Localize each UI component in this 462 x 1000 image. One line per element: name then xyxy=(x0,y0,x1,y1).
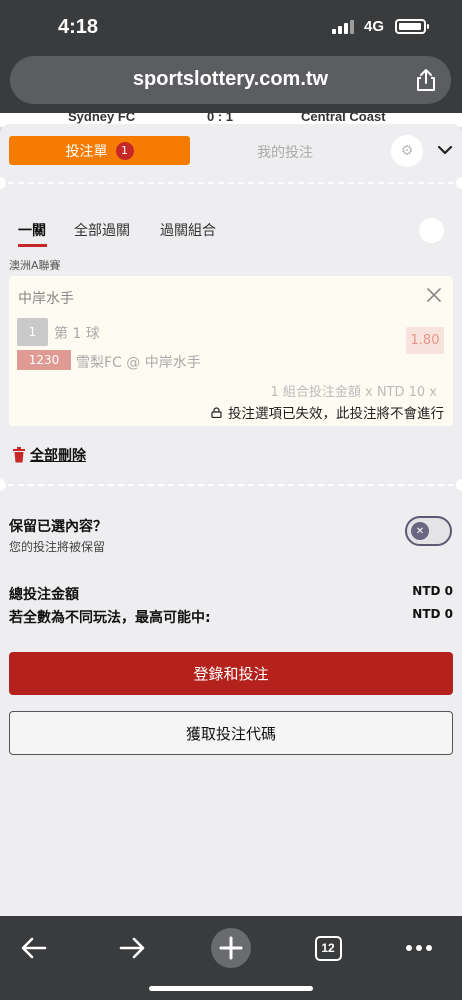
divider-notch xyxy=(0,479,6,491)
total-stake-row: 總投注金額 NTD 0 xyxy=(9,584,453,604)
away-team: Central Coast xyxy=(301,113,386,124)
toggle-off-icon: ✕ xyxy=(411,522,429,540)
get-bet-code-button[interactable]: 獲取投注代碼 xyxy=(9,711,453,755)
tab-all-parlay[interactable]: 全部過關 xyxy=(74,220,130,240)
divider-notch xyxy=(0,177,6,189)
browser-chrome: sportslottery.com.tw xyxy=(0,52,462,118)
more-icon xyxy=(406,945,432,951)
keep-selection-subtitle: 您的投注將被保留 xyxy=(9,540,106,554)
divider-notch xyxy=(456,177,462,189)
tabs-icon: 12 xyxy=(314,935,342,961)
lock-icon xyxy=(211,406,222,418)
max-win-value: NTD 0 xyxy=(412,607,453,621)
home-indicator xyxy=(149,986,313,991)
market-name: 第 1 球 xyxy=(54,326,100,342)
keep-selection-toggle[interactable]: ✕ xyxy=(405,516,452,546)
selection-team: 中岸水手 xyxy=(18,291,74,307)
arrow-left-icon xyxy=(21,937,47,959)
new-tab-button[interactable] xyxy=(209,926,253,970)
keep-selection-title: 保留已選內容？ xyxy=(9,519,107,535)
share-icon[interactable] xyxy=(415,68,437,92)
settings-button[interactable]: ⚙ xyxy=(391,135,423,167)
floating-button[interactable] xyxy=(419,218,444,243)
forward-button[interactable] xyxy=(110,926,154,970)
invalid-notice: 投注選項已失效，此投注將不會進行 xyxy=(211,402,444,422)
invalid-notice-text: 投注選項已失效，此投注將不會進行 xyxy=(228,406,444,422)
chevron-down-icon[interactable] xyxy=(437,144,453,156)
back-button[interactable] xyxy=(12,926,56,970)
active-tab-indicator xyxy=(18,244,47,247)
divider xyxy=(8,182,454,184)
network-label: 4G xyxy=(364,18,385,35)
status-bar: 4:18 4G xyxy=(0,0,462,52)
total-stake-label: 總投注金額 xyxy=(9,587,79,603)
tab-single[interactable]: 一關 xyxy=(18,220,46,240)
odds-value: 1.80 xyxy=(406,327,444,354)
match-name: 雪梨FC @ 中岸水手 xyxy=(76,355,201,371)
url-bar[interactable]: sportslottery.com.tw xyxy=(10,56,451,104)
divider-notch xyxy=(456,479,462,491)
home-team: Sydney FC xyxy=(68,113,136,124)
max-win-label: 若全數為不同玩法，最高可能中: xyxy=(9,610,211,626)
gear-icon: ⚙ xyxy=(400,143,414,159)
battery-icon xyxy=(395,19,429,34)
betslip-count-badge: 1 xyxy=(115,141,134,160)
plus-icon xyxy=(211,928,251,968)
arrow-right-icon xyxy=(119,937,145,959)
betslip-panel: 投注單 1 我的投注 ⚙ 一關 全部過關 過關組合 澳洲A聯賽 中岸水手 1 第… xyxy=(0,124,462,916)
tabs-button[interactable]: 12 xyxy=(306,926,350,970)
signal-icon xyxy=(332,20,354,34)
divider xyxy=(8,484,454,486)
login-and-bet-button[interactable]: 登錄和投注 xyxy=(9,652,453,695)
url-text[interactable]: sportslottery.com.tw xyxy=(10,68,451,91)
tab-betslip[interactable]: 投注單 1 xyxy=(9,136,190,165)
max-win-row: 若全數為不同玩法，最高可能中: NTD 0 xyxy=(9,607,453,627)
more-button[interactable] xyxy=(397,926,441,970)
close-icon[interactable] xyxy=(427,288,441,302)
delete-all-button[interactable]: 全部刪除 xyxy=(12,445,86,465)
market-number: 1 xyxy=(17,318,48,346)
delete-all-label: 全部刪除 xyxy=(30,448,86,464)
stake-summary: 1 組合投注金額 x NTD 10 x xyxy=(270,385,437,400)
tabs-count: 12 xyxy=(321,941,335,955)
tab-betslip-label: 投注單 xyxy=(65,143,108,160)
bet-selection-card: 中岸水手 1 第 1 球 1.80 1230 雪梨FC @ 中岸水手 1 組合投… xyxy=(9,276,453,426)
league-name: 澳洲A聯賽 xyxy=(9,259,61,272)
status-time: 4:18 xyxy=(58,16,99,38)
score: 0 : 1 xyxy=(207,113,234,124)
tab-my-bets[interactable]: 我的投注 xyxy=(230,142,340,162)
trash-icon xyxy=(13,447,25,463)
tab-parlay-combo[interactable]: 過關組合 xyxy=(160,220,216,240)
total-stake-value: NTD 0 xyxy=(412,584,453,598)
match-id: 1230 xyxy=(17,350,71,370)
